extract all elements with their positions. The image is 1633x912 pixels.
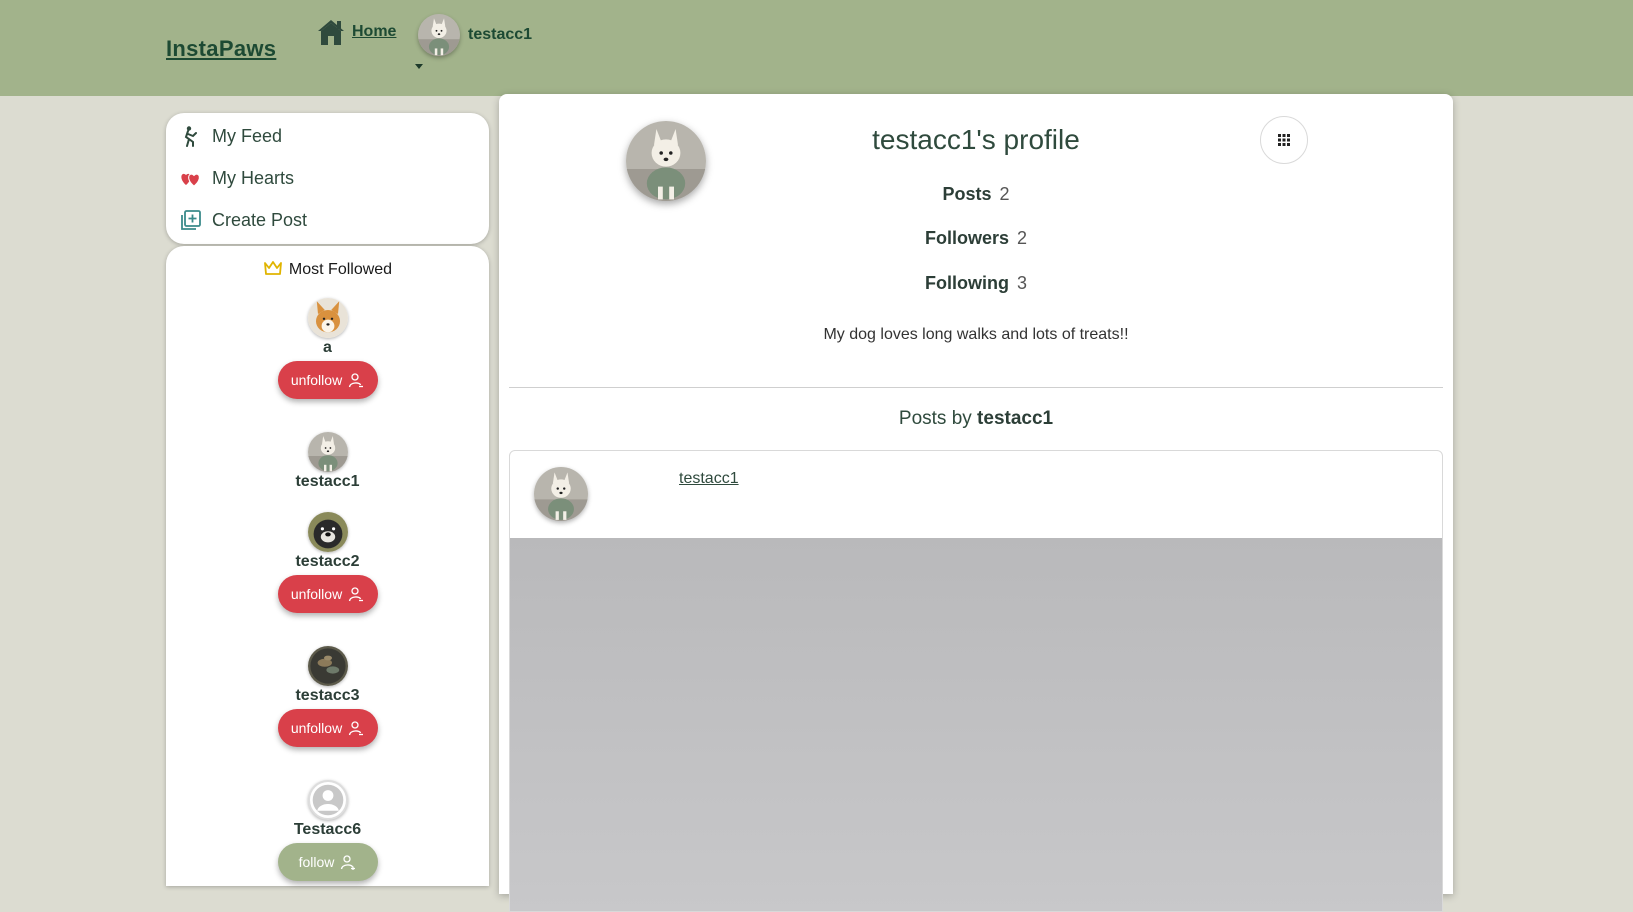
home-nav-link[interactable]: Home <box>316 17 396 47</box>
stat-value: 2 <box>1017 228 1028 248</box>
user-name[interactable]: testacc2 <box>166 553 489 571</box>
user-plus-icon <box>341 855 356 870</box>
user-name[interactable]: testacc1 <box>166 473 489 491</box>
avatar <box>418 14 460 56</box>
stat-label: Posts <box>942 184 992 204</box>
posts-by-username: testacc1 <box>977 408 1054 429</box>
dog-walk-icon <box>184 126 197 147</box>
page-title: testacc1's profile <box>872 124 1080 155</box>
unfollow-button[interactable]: unfollow <box>277 361 378 399</box>
grid-view-button[interactable] <box>1260 116 1308 164</box>
post-card: testacc1 <box>509 450 1443 912</box>
menu-label-my-feed: My Feed <box>212 125 283 146</box>
posts-by-heading: Posts by testacc1 <box>499 408 1453 430</box>
stat-label: Followers <box>924 228 1009 248</box>
grid-icon <box>1278 134 1290 146</box>
sidebar-item-my-hearts[interactable]: My Hearts <box>180 165 294 191</box>
brand-logo-link[interactable]: InstaPaws <box>166 36 276 62</box>
user-minus-icon <box>349 587 364 602</box>
avatar[interactable] <box>308 298 348 338</box>
user-minus-icon <box>349 721 364 736</box>
most-followed-header: Most Followed <box>166 258 489 279</box>
most-followed-panel: Most Followed a unfollow testacc1 testac… <box>166 246 489 886</box>
user-name[interactable]: a <box>166 339 489 357</box>
avatar[interactable] <box>308 646 348 686</box>
follow-button[interactable]: follow <box>277 843 378 881</box>
stat-followers[interactable]: Followers 2 <box>499 228 1453 249</box>
sidebar-menu: My Feed My Hearts Create Post <box>166 113 489 244</box>
list-item: Testacc6 follow <box>166 780 489 881</box>
stat-label: Following <box>925 273 1009 293</box>
user-name[interactable]: Testacc6 <box>166 821 489 839</box>
user-name[interactable]: testacc3 <box>166 687 489 705</box>
unfollow-label: unfollow <box>290 586 343 602</box>
top-navbar: InstaPaws Home testacc1 <box>0 0 1633 96</box>
sidebar-item-create-post[interactable]: Create Post <box>180 207 307 233</box>
list-item: testacc2 unfollow <box>166 512 489 613</box>
home-icon <box>318 20 344 45</box>
avatar[interactable] <box>308 432 348 472</box>
unfollow-button[interactable]: unfollow <box>277 709 378 747</box>
unfollow-label: unfollow <box>290 372 343 388</box>
caret-down-icon[interactable] <box>415 64 423 69</box>
menu-label-my-hearts: My Hearts <box>212 167 295 188</box>
follow-label: follow <box>298 854 335 870</box>
avatar[interactable] <box>307 780 348 820</box>
list-item: testacc3 unfollow <box>166 646 489 747</box>
stat-following[interactable]: Following 3 <box>499 273 1453 294</box>
unfollow-button[interactable]: unfollow <box>277 575 378 613</box>
stat-value: 3 <box>1016 273 1027 293</box>
avatar[interactable] <box>534 467 588 521</box>
crown-icon <box>264 261 282 275</box>
default-user-icon <box>312 784 343 816</box>
user-menu-toggle[interactable]: testacc1 <box>418 14 532 56</box>
stat-value: 2 <box>999 184 1010 204</box>
list-item: a unfollow <box>166 298 489 399</box>
unfollow-label: unfollow <box>290 720 343 736</box>
divider <box>509 387 1443 388</box>
nav-username: testacc1 <box>468 26 533 43</box>
post-image[interactable] <box>510 538 1442 911</box>
profile-card: testacc1's profile Posts 2 Followers 2 Fol… <box>499 94 1453 912</box>
user-minus-icon <box>349 373 364 388</box>
list-item: testacc1 <box>166 432 489 491</box>
sidebar-item-my-feed[interactable]: My Feed <box>180 123 282 149</box>
menu-label-create-post: Create Post <box>212 209 308 230</box>
home-label: Home <box>352 23 397 40</box>
profile-bio: My dog loves long walks and lots of trea… <box>823 326 1129 343</box>
post-username-link[interactable]: testacc1 <box>679 470 739 488</box>
add-post-icon <box>181 210 201 230</box>
avatar[interactable] <box>308 512 348 552</box>
most-followed-title: Most Followed <box>288 261 393 278</box>
posts-by-prefix: Posts by <box>898 408 972 429</box>
hearts-icon <box>181 173 200 187</box>
stat-posts[interactable]: Posts 2 <box>499 184 1453 205</box>
